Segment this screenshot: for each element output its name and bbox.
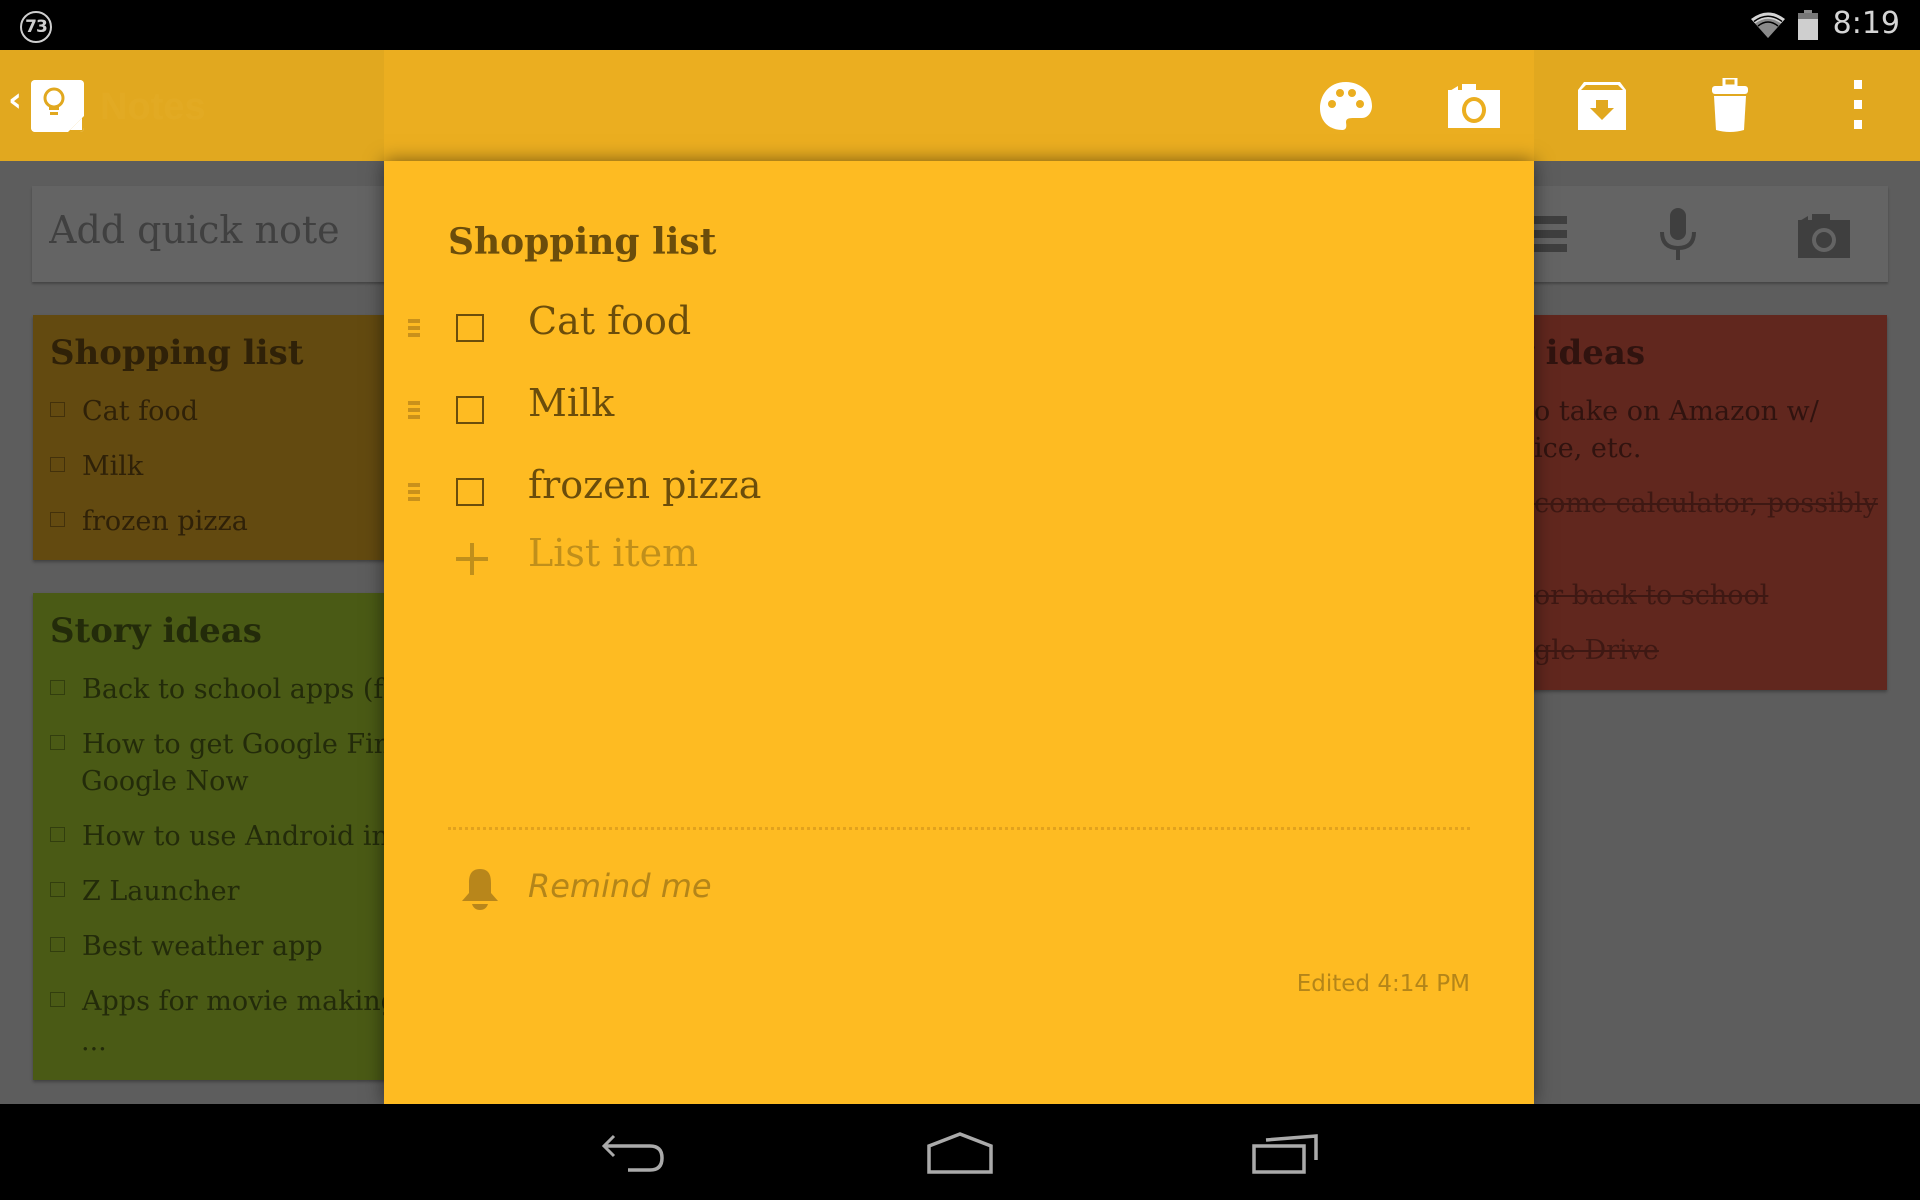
wifi-icon	[1751, 12, 1785, 38]
palette-icon[interactable]	[1316, 78, 1376, 134]
overflow-menu-icon[interactable]	[1828, 78, 1888, 134]
card-list-item-ellipsis: ...	[81, 1026, 107, 1057]
card-text-line-done: come calculator, possibly	[1534, 488, 1878, 519]
checkbox-icon	[50, 992, 65, 1007]
list-item-text[interactable]: Cat food	[528, 299, 691, 343]
card-list-item: How to get Google Fina	[50, 726, 407, 763]
navigation-bar	[0, 1104, 1920, 1200]
list-item-text[interactable]: Milk	[528, 381, 614, 425]
card-list-item-continuation: Google Now	[81, 766, 249, 797]
drag-handle-icon[interactable]	[408, 401, 420, 419]
battery-icon	[1798, 10, 1818, 40]
note-editor: Shopping list Cat food Milk frozen pizza…	[384, 161, 1534, 1104]
card-list-item: frozen pizza	[50, 503, 248, 540]
checkbox-icon	[50, 827, 65, 842]
note-editor-toolbar	[384, 50, 1862, 161]
list-item-checkbox[interactable]	[456, 396, 484, 424]
edited-timestamp: Edited 4:14 PM	[1296, 971, 1470, 997]
microphone-icon[interactable]	[1648, 204, 1708, 264]
camera-icon[interactable]	[1794, 204, 1854, 264]
card-text-line: o take on Amazon w/	[1534, 396, 1819, 427]
card-title: Shopping list	[50, 333, 304, 373]
list-item: Cat food	[384, 299, 1484, 369]
plus-icon[interactable]	[454, 541, 490, 577]
status-bar: 73 8:19	[0, 0, 1920, 50]
card-text-line-done: or back to school	[1534, 580, 1769, 611]
card-list-item: Apps for movie making	[50, 983, 398, 1020]
remind-me-button[interactable]: Remind me	[528, 867, 712, 905]
list-item: Milk	[384, 381, 1484, 451]
card-list-item: Cat food	[50, 393, 198, 430]
bell-icon[interactable]	[460, 867, 500, 911]
card-text-line: ice, etc.	[1534, 433, 1642, 464]
dotted-divider	[448, 827, 1470, 830]
keep-logo-icon[interactable]	[31, 80, 84, 132]
checkbox-icon	[50, 680, 65, 695]
checkbox-icon	[50, 735, 65, 750]
list-item-checkbox[interactable]	[456, 478, 484, 506]
list-item-checkbox[interactable]	[456, 314, 484, 342]
card-title: Story ideas	[50, 611, 262, 651]
card-list-item: Best weather app	[50, 928, 323, 965]
checkbox-icon	[50, 882, 65, 897]
card-list-item: Z Launcher	[50, 873, 240, 910]
back-chevron-icon[interactable]: ‹	[8, 80, 22, 120]
add-list-item-input[interactable]: List item	[528, 531, 698, 575]
checkbox-icon	[50, 937, 65, 952]
status-clock: 8:19	[1832, 6, 1900, 41]
list-item: frozen pizza	[384, 463, 1484, 533]
note-card-red-ideas[interactable]: y ideas o take on Amazon w/ ice, etc. co…	[1480, 315, 1887, 690]
note-title[interactable]: Shopping list	[448, 221, 716, 263]
card-text-line-done: gle Drive	[1534, 635, 1659, 666]
nav-home-icon[interactable]	[925, 1132, 995, 1176]
card-list-item: Back to school apps (fo	[50, 671, 400, 708]
drag-handle-icon[interactable]	[408, 319, 420, 337]
drag-handle-icon[interactable]	[408, 483, 420, 501]
card-list-item: How to use Android int	[50, 818, 400, 855]
card-list-item: Milk	[50, 448, 143, 485]
notification-badge-icon: 73	[20, 11, 52, 43]
checkbox-icon	[50, 402, 65, 417]
checkbox-icon	[50, 512, 65, 527]
checkbox-icon	[50, 457, 65, 472]
nav-back-icon[interactable]	[600, 1132, 670, 1176]
app-title: Notes	[100, 86, 206, 128]
nav-recents-icon[interactable]	[1250, 1132, 1320, 1176]
camera-icon[interactable]	[1444, 78, 1504, 134]
archive-icon[interactable]	[1572, 78, 1632, 134]
trash-icon[interactable]	[1700, 78, 1760, 134]
list-item-text[interactable]: frozen pizza	[528, 463, 761, 507]
